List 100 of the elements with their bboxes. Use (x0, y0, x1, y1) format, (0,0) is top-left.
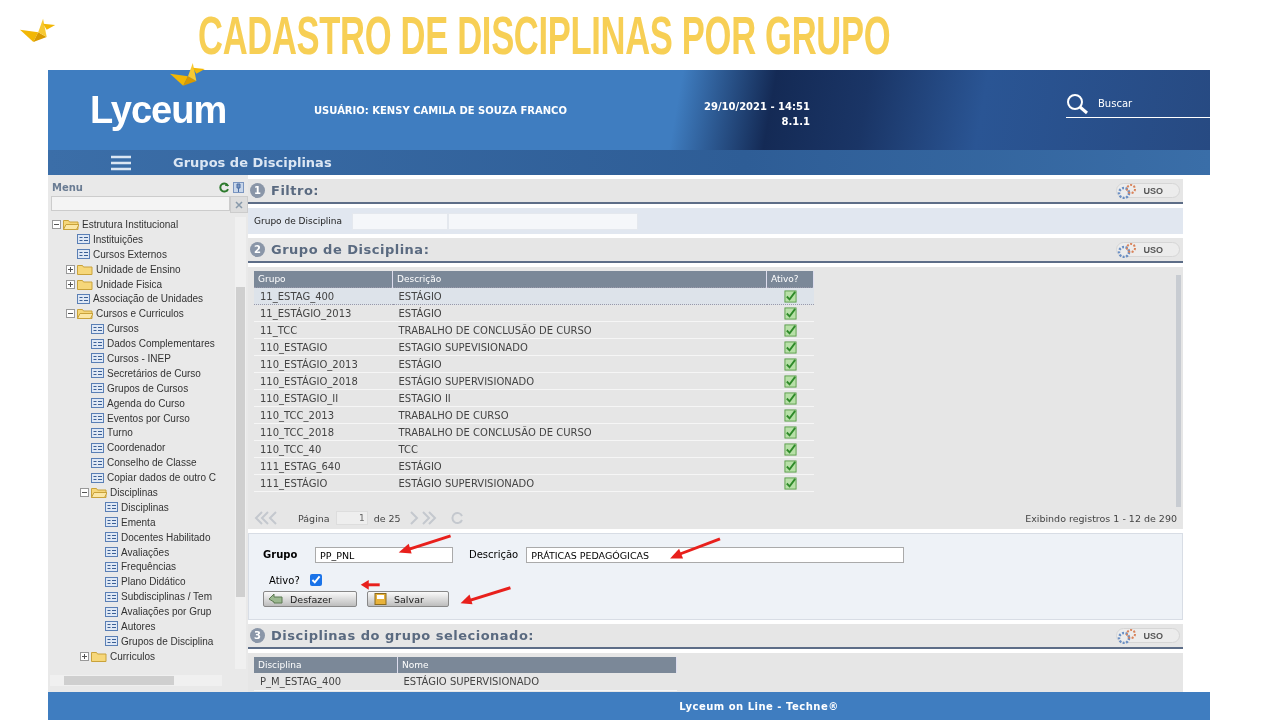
table-cell[interactable]: 110_ESTAGIO_II (254, 389, 393, 407)
menu-folder[interactable]: Disciplinas (110, 486, 158, 498)
table-cell[interactable]: TCC (392, 440, 767, 458)
table-cell[interactable]: 110_ESTÁGIO_2013 (254, 355, 393, 373)
folder-icon (77, 263, 93, 275)
uso-toggle[interactable]: USO (1116, 242, 1180, 257)
menu-item[interactable]: Instituições (93, 233, 144, 245)
form-icon (91, 442, 104, 453)
table-cell[interactable]: TRABALHO DE CONCLUSÃO DE CURSO (392, 423, 767, 441)
page-field[interactable]: 1 (335, 511, 368, 525)
user-name: USUÁRIO: KENSY CAMILA DE SOUZA FRANCO (314, 104, 568, 116)
uso-toggle[interactable]: USO (1116, 628, 1180, 643)
column-header[interactable]: Descrição (392, 271, 767, 288)
menu-folder[interactable]: Curriculos (110, 650, 155, 662)
column-header[interactable]: Ativo? (766, 271, 814, 288)
menu-item[interactable]: Cursos - INEP (107, 352, 171, 364)
uso-toggle[interactable]: USO (1116, 183, 1180, 198)
menu-icon[interactable] (111, 154, 131, 171)
clear-button[interactable] (230, 196, 248, 213)
menu-item[interactable]: Agenda do Curso (107, 397, 185, 409)
save-button[interactable]: Salvar (367, 591, 449, 607)
menu-item[interactable]: Copiar dados de outro C (107, 472, 216, 484)
gears-icon (1117, 241, 1138, 258)
menu-item[interactable]: Cursos (107, 323, 139, 335)
checkbox[interactable] (309, 574, 322, 586)
menu-item[interactable]: Coordenador (107, 442, 166, 454)
table-cell[interactable]: ESTÁGIO SUPERVISIONADO (392, 474, 767, 492)
expand-icon[interactable] (66, 279, 75, 289)
input-field[interactable]: PP_PNL (315, 547, 453, 563)
menu-item[interactable]: Ementa (121, 516, 156, 528)
form-icon (91, 353, 104, 364)
form-icon (91, 427, 104, 438)
table-cell[interactable]: P_M_ESTAG_400 (254, 673, 398, 690)
form-icon (77, 249, 90, 260)
scrollbar[interactable] (235, 217, 246, 669)
input-field[interactable]: PRÁTICAS PEDAGÓGICAS (526, 547, 905, 563)
table-cell[interactable]: TRABALHO DE CONCLUSÃO DE CURSO (392, 321, 767, 339)
table-cell[interactable]: 11_ESTÁGIO_2013 (254, 304, 393, 322)
collapse-icon[interactable] (52, 219, 61, 229)
menu-item[interactable]: Autores (121, 621, 156, 632)
version-label: 8.1.1 (781, 116, 810, 127)
collapse-icon[interactable] (66, 309, 75, 319)
table-cell[interactable]: 110_TCC_2018 (254, 423, 393, 441)
menu-folder[interactable]: Unidade de Ensino (96, 263, 181, 275)
table-cell[interactable]: TRABALHO DE CURSO (392, 406, 767, 424)
table-cell[interactable]: ESTÁGIO SUPERVISIONADO (397, 673, 677, 690)
menu-folder[interactable]: Estrutura Institucional (82, 218, 179, 230)
refresh-icon[interactable] (219, 181, 230, 193)
table-cell[interactable]: 110_TCC_2013 (254, 406, 393, 424)
page-label: Página (298, 512, 330, 524)
expand-icon[interactable] (80, 651, 89, 661)
table-cell[interactable]: ESTAGIO SUPEVISIONADO (392, 338, 767, 356)
menu-item[interactable]: Grupos de Disciplina (121, 635, 214, 647)
table-cell[interactable]: 110_ESTÁGIO_2018 (254, 372, 393, 390)
menu-item[interactable]: Plano Didático (121, 576, 186, 588)
table-cell[interactable]: 110_TCC_40 (254, 440, 393, 458)
gears-icon (1117, 627, 1138, 644)
menu-search-field[interactable] (51, 196, 230, 211)
menu-item[interactable]: Conselho de Classe (107, 457, 197, 469)
pin-icon[interactable] (233, 181, 244, 193)
menu-item[interactable]: Frequências (121, 561, 177, 573)
table-cell[interactable]: 110_ESTAGIO (254, 338, 393, 356)
folder-icon (77, 278, 93, 290)
menu-item[interactable]: Dados Complementares (107, 338, 215, 350)
undo-button[interactable]: Desfazer (263, 591, 357, 607)
expand-icon[interactable] (66, 264, 75, 274)
folder-icon (77, 308, 93, 320)
menu-item[interactable]: Secretários de Curso (107, 367, 201, 379)
menu-item[interactable]: Associação de Unidades (93, 293, 204, 305)
menu-item[interactable]: Grupos de Cursos (107, 382, 189, 394)
column-header[interactable]: Nome (397, 657, 677, 673)
menu-item[interactable]: Avaliações por Grup (121, 606, 212, 618)
scrollbar[interactable] (50, 675, 222, 686)
annotation-arrow (398, 534, 452, 554)
menu-item[interactable]: Eventos por Curso (107, 412, 190, 424)
menu-item[interactable]: Docentes Habilitado (121, 531, 211, 543)
page-total: de 25 (373, 512, 401, 524)
form-icon (77, 234, 90, 245)
floppy-icon (372, 593, 388, 605)
column-header[interactable]: Disciplina (254, 657, 398, 673)
column-header[interactable]: Grupo (254, 271, 393, 288)
table-cell[interactable]: 111_ESTAG_640 (254, 457, 393, 475)
menu-item[interactable]: Cursos Externos (93, 248, 167, 260)
table-cell[interactable]: ESTÁGIO (392, 457, 767, 475)
menu-item[interactable]: Avaliações (121, 546, 170, 558)
folder-icon (63, 218, 79, 230)
table-cell[interactable]: ESTÁGIO SUPERVISIONADO (392, 372, 767, 390)
section-number: 1 (250, 183, 265, 198)
table-cell[interactable]: 111_ESTÁGIO (254, 474, 393, 492)
table-cell[interactable]: 11_TCC (254, 321, 393, 339)
menu-folder[interactable]: Unidade Fisica (96, 278, 163, 290)
table-cell[interactable]: ESTAGIO II (392, 389, 767, 407)
search-field[interactable]: Buscar (1096, 97, 1200, 110)
table-cell[interactable]: ESTÁGIO (392, 304, 767, 322)
collapse-icon[interactable] (80, 487, 89, 497)
menu-item[interactable]: Turno (107, 427, 133, 439)
menu-item[interactable]: Subdisciplinas / Tem (121, 591, 212, 603)
menu-item[interactable]: Disciplinas (121, 501, 169, 513)
menu-folder[interactable]: Cursos e Curriculos (96, 308, 184, 320)
table-cell[interactable]: ESTÁGIO (392, 355, 767, 373)
